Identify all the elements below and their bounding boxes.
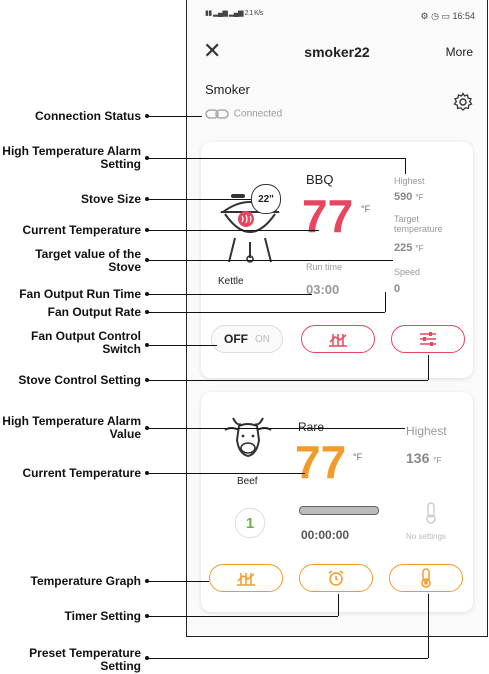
doneness-label: Rare xyxy=(298,420,325,434)
annotation-line xyxy=(147,158,405,159)
temperature-graph-button[interactable] xyxy=(209,564,283,592)
status-network: ▮▮ ▂▄▆ ▂▄▆ 2.1 K/s xyxy=(205,10,263,17)
annotation-line xyxy=(147,473,305,474)
annotation-current-temperature-2: Current Temperature xyxy=(22,466,141,480)
annotation-high-temp-alarm-value: High Temperature Alarm Value xyxy=(2,414,141,441)
highest-label: Highest xyxy=(394,176,425,186)
annotation-timer-setting: Timer Setting xyxy=(64,609,141,623)
annotation-high-temp-alarm-setting: High Temperature Alarm Setting xyxy=(2,144,141,171)
annotation-target-value: Target value of the Stove xyxy=(35,247,141,274)
annotation-temperature-graph: Temperature Graph xyxy=(30,574,141,588)
alarm-clock-icon xyxy=(328,570,344,586)
run-time-label: Run time xyxy=(306,262,343,272)
probe-highest-value: 136 °F xyxy=(406,450,442,466)
current-temperature: 77 xyxy=(302,190,354,242)
probe-temp-unit: °F xyxy=(353,452,363,462)
sliders-icon xyxy=(420,332,436,346)
annotation-current-temperature-1: Current Temperature xyxy=(22,223,141,237)
annotation-line xyxy=(405,158,406,174)
speed-label: Speed xyxy=(394,267,421,277)
more-button[interactable]: More xyxy=(446,45,473,59)
annotation-line xyxy=(147,260,393,261)
stove-control-button[interactable] xyxy=(391,325,465,353)
annotation-stove-control: Stove Control Setting xyxy=(18,373,141,387)
connection-status: Connected xyxy=(205,108,282,120)
highest-value: 590 °F xyxy=(394,191,424,203)
annotation-line xyxy=(428,594,429,658)
annotation-line xyxy=(428,355,429,380)
device-name: Smoker xyxy=(205,82,250,97)
timer-value: 00:00:00 xyxy=(301,528,350,542)
annotation-fan-switch: Fan Output Control Switch xyxy=(31,329,141,356)
connection-label: Connected xyxy=(233,108,283,120)
chart-icon xyxy=(329,334,347,347)
thermometer-icon xyxy=(421,568,431,588)
annotation-fan-run-time: Fan Output Run Time xyxy=(19,287,141,301)
annotation-line xyxy=(147,658,428,659)
preset-temperature-button[interactable] xyxy=(389,564,463,592)
stove-label: Kettle xyxy=(218,276,244,287)
annotation-line xyxy=(147,294,312,295)
annotation-connection-status: Connection Status xyxy=(34,109,141,123)
annotation-line xyxy=(147,230,319,231)
status-time: 16:54 xyxy=(452,11,475,21)
annotation-line xyxy=(147,199,251,200)
annotation-line xyxy=(147,428,405,429)
thermometer-icon xyxy=(426,502,436,524)
annotation-line xyxy=(385,292,386,312)
no-settings-label: No settings xyxy=(406,532,447,541)
annotation-line xyxy=(147,116,202,117)
probe-current-temperature: 77 xyxy=(295,436,347,488)
annotation-preset-temperature: Preset Temperature Setting xyxy=(29,646,141,673)
annotation-line xyxy=(147,581,209,582)
phone-screen: ▮▮ ▂▄▆ ▂▄▆ 2.1 K/s ⚙ ◷ ▭ 16:54 ✕ smoker2… xyxy=(186,0,488,637)
annotation-line xyxy=(338,594,339,616)
switch-off-label: OFF xyxy=(224,332,248,346)
annotation-stove-size: Stove Size xyxy=(80,192,141,206)
annotation-line xyxy=(147,380,428,381)
annotation-line xyxy=(147,616,338,617)
link-icon xyxy=(205,109,229,119)
annotation-line xyxy=(147,345,217,346)
progress-bar xyxy=(299,506,379,515)
probe-highest-label: Highest xyxy=(406,424,447,438)
page-title: smoker22 xyxy=(304,44,370,60)
probe-number: 1 xyxy=(235,508,265,538)
meat-label: Beef xyxy=(237,476,258,487)
target-value: 225 °F xyxy=(394,242,424,254)
stove-size-badge[interactable]: 22" xyxy=(251,184,281,214)
target-label: Target temperature xyxy=(394,214,443,234)
cow-head-icon xyxy=(224,417,272,458)
fan-switch[interactable]: OFF ON xyxy=(211,325,283,353)
timer-button[interactable] xyxy=(299,564,373,592)
speed-value: 0 xyxy=(394,283,401,295)
switch-on-label: ON xyxy=(255,333,270,345)
status-right: ⚙ ◷ ▭ 16:54 xyxy=(420,11,475,21)
status-bar: ▮▮ ▂▄▆ ▂▄▆ 2.1 K/s ⚙ ◷ ▭ 16:54 xyxy=(187,0,487,30)
probe-card: Beef Rare 77 °F Highest 136 °F 1 00:00:0… xyxy=(201,392,473,612)
top-bar: ✕ smoker22 More xyxy=(187,30,487,70)
stove-name: BBQ xyxy=(306,172,334,187)
gear-icon[interactable] xyxy=(453,92,473,112)
annotation-line xyxy=(147,312,385,313)
graph-button[interactable] xyxy=(301,325,375,353)
annotation-fan-rate: Fan Output Rate xyxy=(47,305,141,319)
temp-unit: °F xyxy=(361,204,371,214)
chart-icon xyxy=(237,573,255,586)
